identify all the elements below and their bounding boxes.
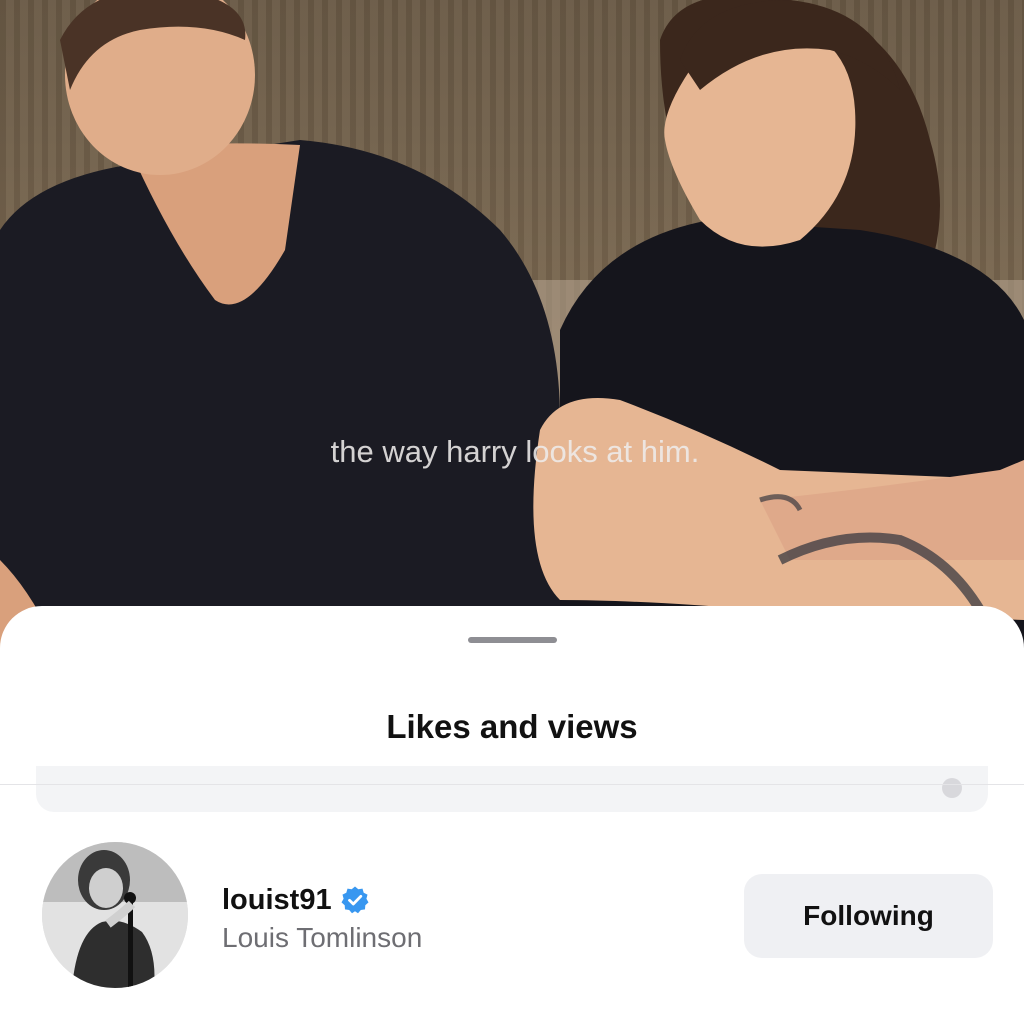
username[interactable]: louist91 [222,884,332,917]
video-caption: the way harry looks at him. [330,434,700,469]
clear-icon[interactable] [942,778,962,798]
search-field[interactable] [36,766,988,812]
sheet-title: Likes and views [386,708,638,745]
avatar-photo [42,842,188,988]
avatar[interactable] [42,842,188,988]
verified-badge-icon [341,886,369,914]
likes-and-views-sheet: Likes and views louist91 Louis Tomlinson… [0,606,1024,1018]
video-frame-illustration [0,0,1024,680]
video-preview[interactable]: the way harry looks at him. [0,0,1024,680]
sheet-grabber-handle[interactable] [468,637,557,643]
username-line: louist91 [222,880,370,920]
following-button[interactable]: Following [744,874,993,958]
full-name: Louis Tomlinson [222,922,423,953]
header-divider [0,784,1024,785]
user-list-item[interactable]: louist91 Louis Tomlinson Following [0,842,1024,992]
